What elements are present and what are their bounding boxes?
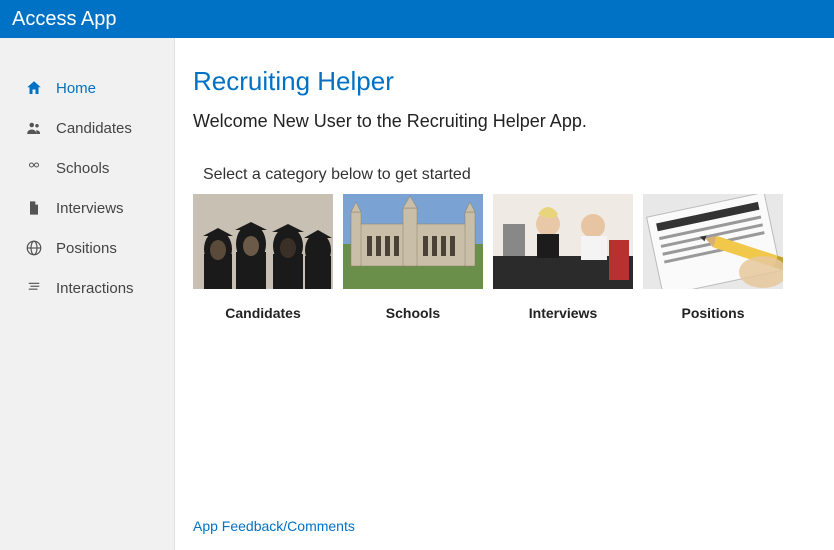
welcome-text: Welcome New User to the Recruiting Helpe…	[193, 111, 816, 132]
card-candidates[interactable]: Candidates	[193, 194, 333, 321]
footer: App Feedback/Comments	[193, 518, 816, 536]
sidebar-item-positions[interactable]: Positions	[0, 228, 174, 268]
people-icon	[24, 118, 44, 138]
card-caption: Candidates	[193, 305, 333, 321]
globe-icon	[24, 238, 44, 258]
document-icon	[24, 198, 44, 218]
card-caption: Interviews	[493, 305, 633, 321]
sidebar-item-home[interactable]: Home	[0, 68, 174, 108]
main-content: Recruiting Helper Welcome New User to th…	[175, 38, 834, 550]
page-title: Recruiting Helper	[193, 66, 816, 97]
list-icon	[24, 278, 44, 298]
card-interviews-thumb	[493, 194, 633, 289]
sidebar-item-label: Positions	[56, 240, 117, 257]
app-title: Access App	[12, 8, 117, 31]
glasses-icon	[24, 158, 44, 178]
sidebar: Home Candidates Schools Interviews Posit…	[0, 38, 175, 550]
sidebar-item-interviews[interactable]: Interviews	[0, 188, 174, 228]
sidebar-item-label: Home	[56, 80, 96, 97]
home-icon	[24, 78, 44, 98]
layout: Home Candidates Schools Interviews Posit…	[0, 38, 834, 550]
instruction-text: Select a category below to get started	[203, 166, 816, 184]
sidebar-item-label: Schools	[56, 160, 109, 177]
category-cards: Candidates	[193, 194, 816, 321]
card-interviews[interactable]: Interviews	[493, 194, 633, 321]
card-positions-thumb	[643, 194, 783, 289]
card-caption: Positions	[643, 305, 783, 321]
sidebar-item-schools[interactable]: Schools	[0, 148, 174, 188]
card-positions[interactable]: Positions	[643, 194, 783, 321]
feedback-link[interactable]: App Feedback/Comments	[193, 518, 355, 534]
sidebar-item-label: Interviews	[56, 200, 124, 217]
card-schools[interactable]: Schools	[343, 194, 483, 321]
sidebar-item-candidates[interactable]: Candidates	[0, 108, 174, 148]
card-caption: Schools	[343, 305, 483, 321]
card-schools-thumb	[343, 194, 483, 289]
sidebar-item-interactions[interactable]: Interactions	[0, 268, 174, 308]
card-candidates-thumb	[193, 194, 333, 289]
sidebar-item-label: Candidates	[56, 120, 132, 137]
topbar: Access App	[0, 0, 834, 38]
sidebar-item-label: Interactions	[56, 280, 134, 297]
